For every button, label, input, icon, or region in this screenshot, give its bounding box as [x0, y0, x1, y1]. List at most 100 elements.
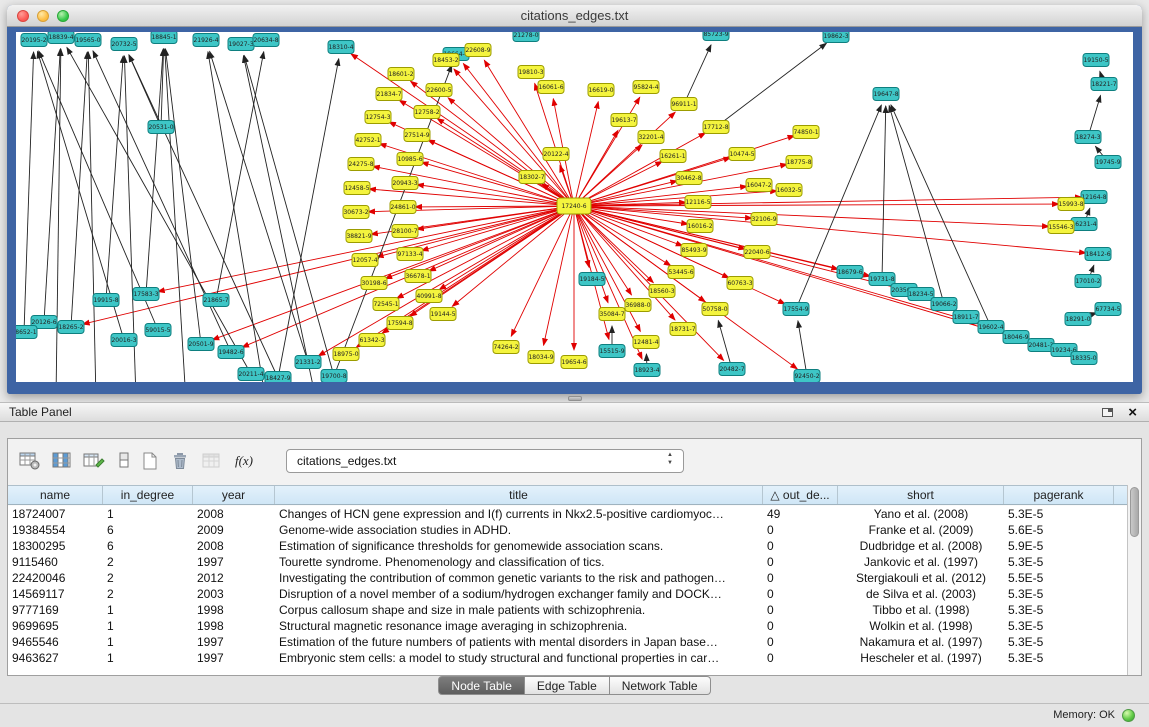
network-node[interactable]: 19915-8: [93, 294, 119, 307]
table-cell[interactable]: Corpus callosum shape and size in male p…: [275, 602, 763, 618]
network-node[interactable]: 20732-5: [111, 38, 137, 51]
network-node[interactable]: 12754-3: [365, 111, 391, 124]
network-node[interactable]: 10474-5: [729, 148, 755, 161]
network-node[interactable]: 18046-9: [1003, 331, 1029, 344]
network-node[interactable]: 18310-4: [328, 41, 354, 54]
network-node[interactable]: 27514-9: [404, 129, 430, 142]
table-cell[interactable]: 9465546: [8, 634, 103, 650]
network-node[interactable]: 22608-9: [465, 44, 491, 57]
network-node[interactable]: 21278-0: [513, 32, 539, 42]
network-node[interactable]: 19565-0: [75, 34, 101, 47]
table-cell[interactable]: Tibbo et al. (1998): [838, 602, 1004, 618]
table-row[interactable]: 1938455462009Genome-wide association stu…: [8, 522, 1127, 538]
table-cell[interactable]: 2008: [193, 538, 275, 554]
network-node[interactable]: 18453-2: [433, 54, 459, 67]
tab-node-table[interactable]: Node Table: [438, 676, 525, 695]
network-node[interactable]: 18302-7: [519, 171, 545, 184]
table-cell[interactable]: 0: [763, 554, 838, 570]
network-node[interactable]: 20531-0: [148, 121, 174, 134]
new-row-button[interactable]: [110, 448, 138, 474]
network-node[interactable]: 15515-9: [599, 345, 625, 358]
network-node[interactable]: 18601-2: [388, 68, 414, 81]
scrollbar-thumb[interactable]: [1130, 487, 1139, 537]
network-node[interactable]: 17594-8: [387, 317, 413, 330]
network-node[interactable]: 19613-7: [611, 114, 637, 127]
column-header-out_de[interactable]: △ out_de...: [763, 486, 838, 504]
network-node[interactable]: 20481-3: [1028, 339, 1054, 352]
table-cell[interactable]: Changes of HCN gene expression and I(f) …: [275, 506, 763, 522]
network-node[interactable]: 20943-3: [392, 177, 418, 190]
network-node[interactable]: 35084-7: [599, 308, 625, 321]
table-cell[interactable]: 5.3E-5: [1004, 554, 1114, 570]
network-node[interactable]: 32106-9: [751, 213, 777, 226]
network-node[interactable]: 19654-6: [561, 356, 587, 369]
table-cell[interactable]: 6: [103, 522, 193, 538]
network-node[interactable]: 19027-3: [228, 38, 254, 51]
table-cell[interactable]: 5.3E-5: [1004, 602, 1114, 618]
network-node[interactable]: 18775-8: [786, 156, 812, 169]
table-cell[interactable]: 9699695: [8, 618, 103, 634]
network-node[interactable]: 12116-5: [685, 196, 711, 209]
table-cell[interactable]: 6: [103, 538, 193, 554]
network-node[interactable]: 18274-3: [1075, 131, 1101, 144]
table-row[interactable]: 946362711997Embryonic stem cells: a mode…: [8, 650, 1127, 666]
network-node[interactable]: 92450-2: [794, 370, 820, 383]
table-cell[interactable]: Hescheler et al. (1997): [838, 650, 1004, 666]
network-node[interactable]: 20211-4: [238, 368, 264, 381]
table-cell[interactable]: 0: [763, 586, 838, 602]
network-node[interactable]: 21834-7: [376, 88, 402, 101]
table-cell[interactable]: Estimation of the future numbers of pati…: [275, 634, 763, 650]
table-cell[interactable]: 14569117: [8, 586, 103, 602]
table-cell[interactable]: 0: [763, 602, 838, 618]
network-node[interactable]: 18034-9: [528, 351, 554, 364]
table-cell[interactable]: 2009: [193, 522, 275, 538]
table-cell[interactable]: 5.5E-5: [1004, 570, 1114, 586]
table-cell[interactable]: Embryonic stem cells: a model to study s…: [275, 650, 763, 666]
table-cell[interactable]: 2: [103, 586, 193, 602]
network-node[interactable]: 19745-9: [1095, 156, 1121, 169]
network-node[interactable]: 20122-4: [543, 148, 569, 161]
tab-network-table[interactable]: Network Table: [610, 676, 711, 695]
network-node[interactable]: 20501-9: [188, 338, 214, 351]
table-row[interactable]: 977716911998Corpus callosum shape and si…: [8, 602, 1127, 618]
column-header-in_degree[interactable]: in_degree: [103, 486, 193, 504]
table-cell[interactable]: 1: [103, 618, 193, 634]
network-node[interactable]: 16261-1: [660, 150, 686, 163]
network-node[interactable]: 18427-9: [265, 372, 291, 383]
network-node[interactable]: 38821-9: [346, 230, 372, 243]
table-cell[interactable]: 0: [763, 570, 838, 586]
network-node[interactable]: 74264-2: [493, 341, 519, 354]
table-cell[interactable]: 1: [103, 602, 193, 618]
table-selector-dropdown[interactable]: citations_edges.txt ▲▼: [286, 449, 684, 473]
network-node[interactable]: 20634-8: [253, 34, 279, 47]
network-node[interactable]: 17240-6: [557, 198, 591, 214]
table-cell[interactable]: 2012: [193, 570, 275, 586]
table-cell[interactable]: 2003: [193, 586, 275, 602]
network-node[interactable]: 18731-7: [670, 323, 696, 336]
network-node[interactable]: 18291-0: [1065, 313, 1091, 326]
table-cell[interactable]: 1997: [193, 650, 275, 666]
import-table-button[interactable]: [198, 448, 226, 474]
network-node[interactable]: 19150-5: [1083, 54, 1109, 67]
table-cell[interactable]: 18300295: [8, 538, 103, 554]
network-node[interactable]: 32201-4: [638, 131, 664, 144]
network-node[interactable]: 19482-6: [218, 346, 244, 359]
table-cell[interactable]: Nakamura et al. (1997): [838, 634, 1004, 650]
network-node[interactable]: 17010-2: [1075, 275, 1101, 288]
table-row[interactable]: 2242004622012Investigating the contribut…: [8, 570, 1127, 586]
network-node[interactable]: 16047-2: [746, 179, 772, 192]
table-cell[interactable]: 0: [763, 650, 838, 666]
table-cell[interactable]: 5.3E-5: [1004, 634, 1114, 650]
network-node[interactable]: 60763-3: [727, 277, 753, 290]
network-node[interactable]: 18652-1: [16, 326, 37, 339]
network-node[interactable]: 95824-4: [633, 81, 659, 94]
network-node[interactable]: 21926-4: [193, 34, 219, 47]
network-node[interactable]: 19810-3: [518, 66, 544, 79]
network-node[interactable]: 21865-7: [203, 294, 229, 307]
network-node[interactable]: 96911-1: [671, 98, 697, 111]
close-panel-icon[interactable]: ×: [1128, 403, 1137, 422]
network-node[interactable]: 30673-2: [343, 206, 369, 219]
window-titlebar[interactable]: citations_edges.txt: [7, 5, 1142, 27]
network-node[interactable]: 16016-2: [687, 220, 713, 233]
network-node[interactable]: 16619-0: [588, 84, 614, 97]
